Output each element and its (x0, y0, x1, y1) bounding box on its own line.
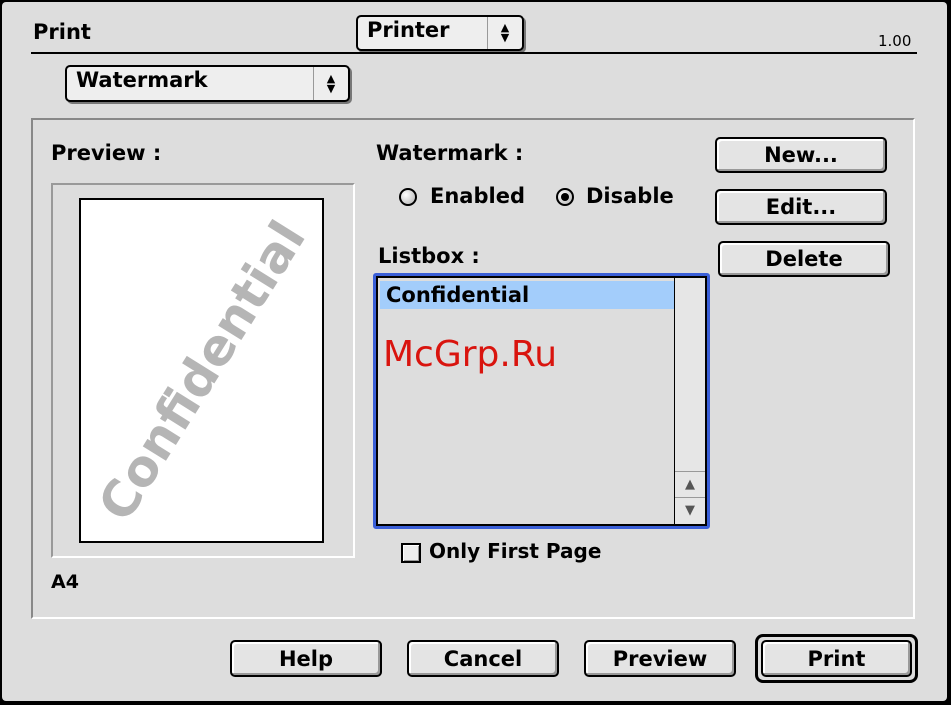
preview-paper: Confidential (79, 198, 324, 543)
watermark-listbox[interactable]: Confidential ▲ ▼ (373, 273, 710, 529)
scroll-down-arrow-icon[interactable]: ▼ (675, 497, 705, 523)
dialog-title: Print (33, 20, 91, 44)
enabled-radio-label[interactable]: Enabled (430, 184, 525, 208)
listbox-scrollbar[interactable]: ▲ ▼ (674, 278, 705, 524)
panel-popup[interactable]: Watermark ▲ ▼ (65, 65, 350, 102)
updown-arrows-icon: ▲ ▼ (313, 67, 348, 100)
paper-size-label: A4 (51, 571, 79, 593)
new-button[interactable]: New... (715, 137, 887, 173)
edit-button[interactable]: Edit... (715, 189, 887, 225)
watermark-label: Watermark : (376, 141, 524, 165)
help-button[interactable]: Help (230, 640, 382, 677)
delete-button[interactable]: Delete (718, 241, 890, 277)
listbox-label: Listbox : (378, 244, 480, 268)
disable-radio[interactable] (556, 188, 574, 206)
updown-arrows-icon: ▲ ▼ (487, 17, 522, 49)
only-first-page-checkbox[interactable] (401, 543, 421, 563)
header-divider (31, 52, 917, 54)
version-label: 1.00 (878, 32, 912, 50)
print-dialog: Print Printer ▲ ▼ 1.00 Watermark ▲ ▼ Previ… (2, 2, 947, 701)
disable-radio-label[interactable]: Disable (586, 184, 674, 208)
preview-label: Preview : (51, 141, 162, 165)
printer-popup[interactable]: Printer ▲ ▼ (356, 15, 524, 51)
overlay-watermark-text: McGrp.Ru (383, 334, 558, 375)
preview-button[interactable]: Preview (584, 640, 736, 677)
scroll-up-arrow-icon[interactable]: ▲ (675, 471, 705, 497)
cancel-button[interactable]: Cancel (407, 640, 559, 677)
printer-popup-label: Printer (367, 18, 450, 42)
print-button[interactable]: Print (761, 640, 912, 677)
list-item[interactable]: Confidential (380, 281, 676, 309)
preview-watermark-text: Confidential (86, 210, 317, 531)
only-first-page-label[interactable]: Only First Page (429, 539, 601, 563)
panel-popup-label: Watermark (76, 68, 208, 92)
listbox-content: Confidential ▲ ▼ (378, 278, 705, 524)
enabled-radio[interactable] (399, 188, 417, 206)
